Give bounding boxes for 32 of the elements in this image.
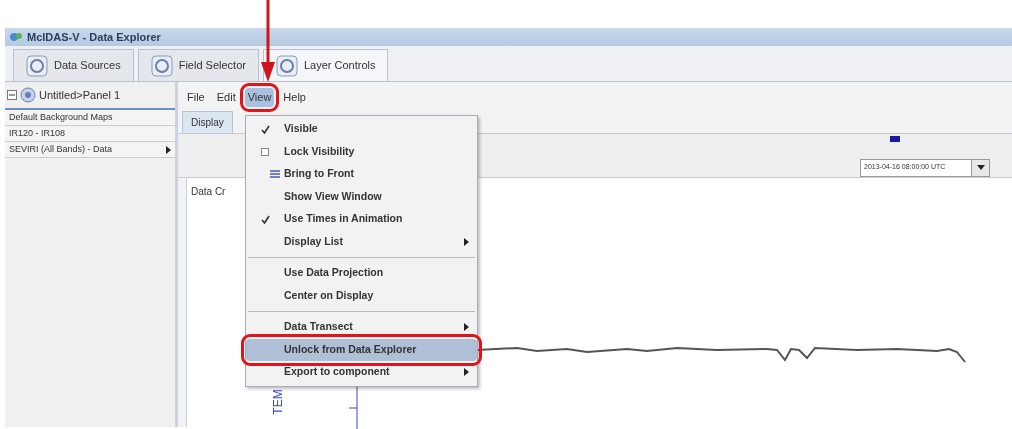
app-icon — [9, 31, 23, 43]
panel-title[interactable]: Untitled>Panel 1 — [39, 86, 121, 104]
submenu-arrow-icon — [464, 237, 469, 246]
time-marker-icon — [890, 135, 900, 142]
menu-item[interactable]: Data Transect — [246, 316, 477, 339]
tab[interactable]: Field Selector — [137, 49, 259, 81]
layer-item[interactable]: Default Background Maps — [5, 110, 175, 126]
menu-item[interactable]: Edit — [213, 88, 239, 107]
menu-item[interactable]: Export to component — [246, 361, 477, 384]
menu-item[interactable]: Display List — [246, 230, 477, 253]
display-tab[interactable]: Display — [182, 110, 233, 133]
menu-item[interactable]: Help — [280, 88, 309, 107]
menu-item[interactable]: Show View Window — [246, 185, 477, 208]
menu-item[interactable]: Use Times in Animation — [246, 208, 477, 231]
axis-label: TEM — [269, 388, 286, 415]
panel-icon — [20, 87, 36, 103]
menu-item[interactable]: Visible — [246, 118, 477, 141]
submenu-arrow-icon — [464, 368, 469, 377]
layer-item[interactable]: IR120 - IR108 — [5, 126, 175, 142]
menu-item[interactable]: Use Data Projection — [246, 262, 477, 285]
section-label: Data Cr — [191, 184, 226, 199]
dropdown-arrow-icon — [976, 165, 985, 170]
menu-item[interactable]: Center on Display — [246, 284, 477, 307]
menu-item[interactable]: Bring to Front — [246, 163, 477, 186]
menu-item[interactable]: Lock Visibility — [246, 140, 477, 163]
window-title: McIDAS-V - Data Explorer — [27, 29, 161, 45]
tab[interactable]: Data Sources — [13, 49, 134, 81]
tree-toggle-icon[interactable] — [7, 90, 17, 100]
layer-item[interactable]: SEVIRI (All Bands) - Data — [5, 142, 175, 158]
submenu-arrow-icon — [464, 323, 469, 332]
menu-item[interactable]: File — [184, 88, 208, 107]
tab[interactable]: Layer Controls — [262, 49, 389, 81]
